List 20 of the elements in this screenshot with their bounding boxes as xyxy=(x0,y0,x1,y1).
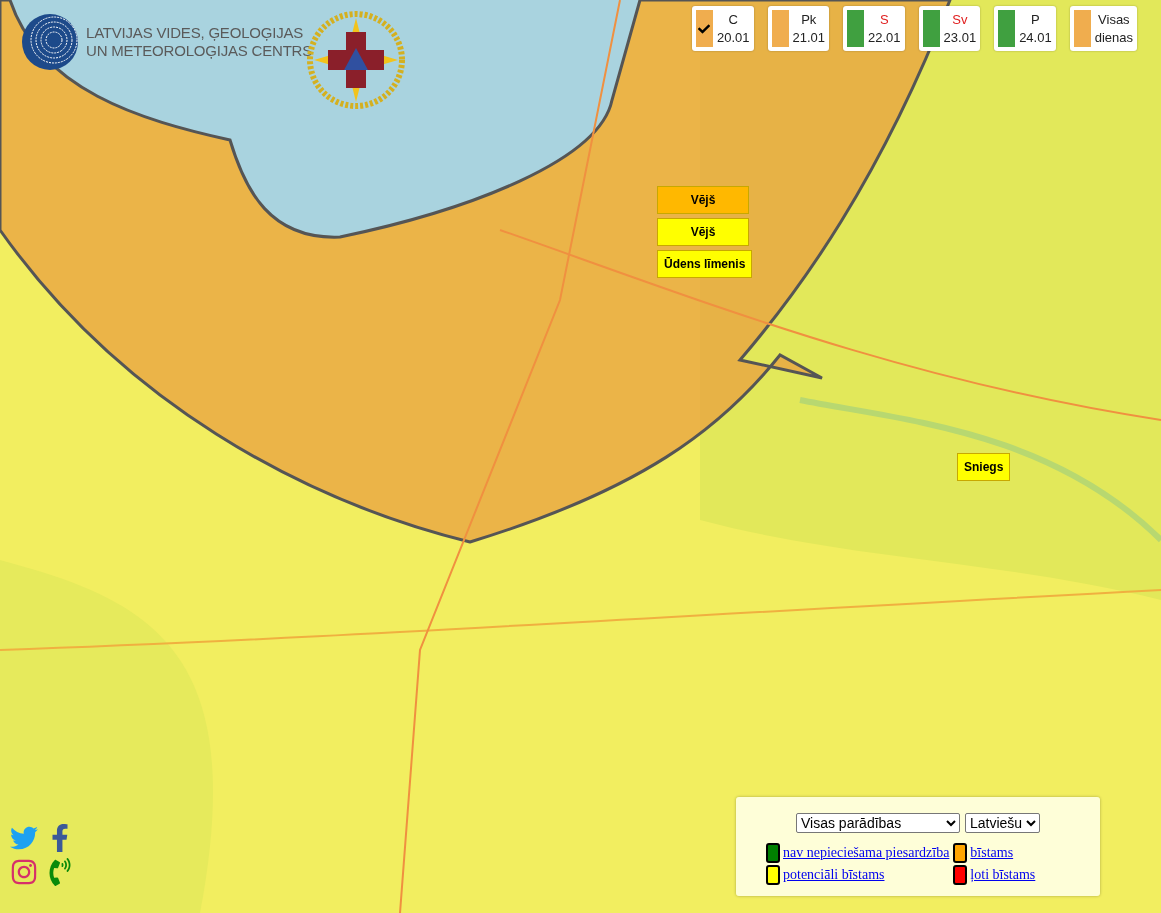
check-icon xyxy=(698,22,711,35)
warning-label[interactable]: Ūdens līmenis xyxy=(657,250,753,278)
warning-label[interactable]: Sniegs xyxy=(957,453,1011,481)
day-tab[interactable]: P 24.01 xyxy=(994,6,1056,51)
language-select[interactable]: Latviešu xyxy=(965,813,1040,833)
day-tab[interactable]: Pk 21.01 xyxy=(767,6,830,51)
legend-link[interactable]: bīstams xyxy=(970,845,1014,861)
legend-link[interactable]: ļoti bīstams xyxy=(970,867,1036,883)
legend-link[interactable]: nav nepieciešama piesardzība xyxy=(783,845,950,861)
warning-label[interactable]: Vējš xyxy=(657,218,749,246)
warning-label[interactable]: Vējš xyxy=(657,186,749,214)
day-tab[interactable]: C 20.01 xyxy=(691,6,754,51)
logo-text: LATVIJAS VIDES, ĢEOLOĢIJAS UN METEOROLOĢIJAS CENTRS xyxy=(86,24,313,60)
day-tab[interactable]: Sv 23.01 xyxy=(918,6,981,51)
legend-link[interactable]: potenciāli bīstams xyxy=(783,867,885,883)
day-tab[interactable]: S 22.01 xyxy=(843,6,905,51)
phenomenon-select[interactable]: Visas parādības xyxy=(796,813,960,833)
concentric-circles-logo-icon xyxy=(22,14,78,70)
map-drawing[interactable] xyxy=(0,0,1161,913)
day-tab[interactable]: Visas dienas xyxy=(1069,6,1137,51)
